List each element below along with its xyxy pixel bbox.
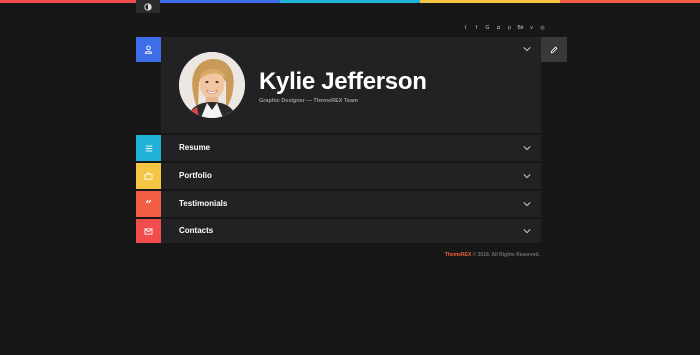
profile-subtitle: Graphic Designer — ThemeREX Team — [259, 98, 358, 104]
theme-toggle-button[interactable] — [136, 0, 160, 13]
footer-text: © 2018. All Rights Reserved. — [471, 252, 540, 258]
section-row-contacts[interactable]: Contacts — [161, 219, 541, 243]
facebook-icon[interactable]: f — [473, 25, 480, 32]
edit-button[interactable] — [541, 37, 567, 62]
social-links: t f G ◘ p Bē v ◎ — [462, 25, 546, 32]
briefcase-icon — [144, 172, 153, 180]
section-label-resume: Resume — [179, 143, 211, 152]
chevron-down-icon[interactable] — [523, 228, 531, 234]
behance-icon[interactable]: Bē — [517, 25, 524, 32]
footer-brand-link[interactable]: ThemeREX — [445, 252, 471, 258]
strip-segment — [280, 0, 420, 3]
menu-lines-icon — [145, 145, 152, 151]
top-color-strip — [0, 0, 700, 3]
chevron-down-icon[interactable] — [523, 46, 531, 52]
pencil-icon — [550, 46, 558, 53]
strip-segment — [140, 0, 280, 3]
section-row-testimonials[interactable]: Testimonials — [161, 191, 541, 217]
contrast-icon — [144, 2, 152, 11]
section-row-resume[interactable]: Resume — [161, 135, 541, 161]
section-label-contacts: Contacts — [179, 226, 214, 235]
profile-panel: Kylie Jefferson Graphic Designer — Theme… — [161, 37, 541, 133]
pinterest-icon[interactable]: p — [506, 25, 513, 32]
quote-icon: “ — [145, 197, 152, 211]
dribbble-icon[interactable]: ◎ — [539, 25, 546, 32]
chevron-down-icon[interactable] — [523, 145, 531, 151]
profile-tab-icon[interactable] — [136, 37, 161, 62]
testimonials-tab-icon[interactable]: “ — [136, 191, 161, 217]
chevron-down-icon[interactable] — [523, 201, 531, 207]
profile-name: Kylie Jefferson — [259, 68, 427, 95]
vimeo-icon[interactable]: v — [528, 25, 535, 32]
contacts-tab-icon[interactable] — [136, 219, 161, 243]
footer-copyright: ThemeREX © 2018. All Rights Reserved. — [380, 252, 540, 258]
resume-tab-icon[interactable] — [136, 135, 161, 161]
strip-segment — [560, 0, 700, 3]
envelope-icon — [144, 227, 153, 235]
avatar — [179, 52, 245, 118]
instagram-icon[interactable]: ◘ — [495, 25, 502, 32]
twitter-icon[interactable]: t — [462, 25, 469, 32]
section-label-testimonials: Testimonials — [179, 199, 228, 208]
section-label-portfolio: Portfolio — [179, 171, 212, 180]
strip-segment — [420, 0, 560, 3]
section-row-portfolio[interactable]: Portfolio — [161, 163, 541, 189]
user-icon — [144, 45, 153, 54]
portfolio-tab-icon[interactable] — [136, 163, 161, 189]
chevron-down-icon[interactable] — [523, 173, 531, 179]
strip-segment — [0, 0, 140, 3]
google-icon[interactable]: G — [484, 25, 491, 32]
